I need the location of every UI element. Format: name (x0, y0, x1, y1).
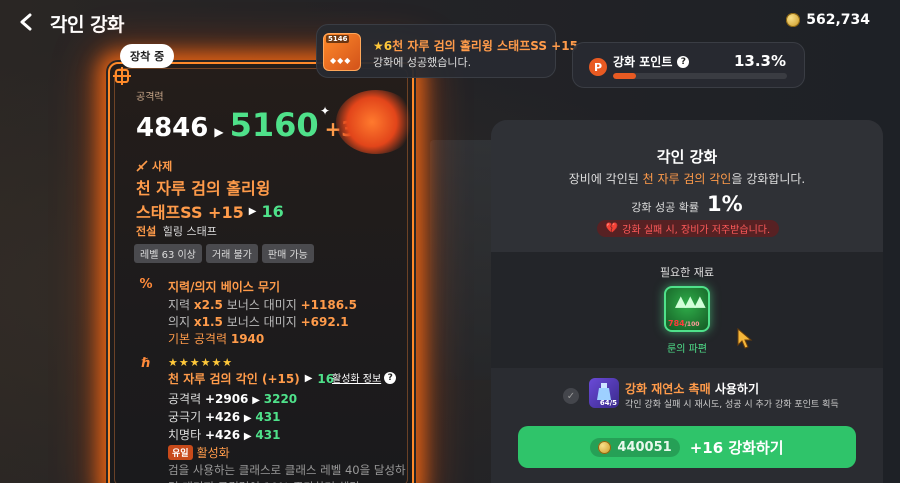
base-title: 지력/의지 베이스 무기 (168, 280, 281, 294)
panel-title: 각인 강화 (656, 148, 718, 166)
success-rate-row: 강화 성공 확률 1% (491, 192, 883, 216)
tag-trade: 거래 불가 (205, 244, 258, 263)
arrow-right-icon: ▶ (252, 395, 260, 406)
toast-message: 강화에 성공했습니다. (373, 56, 472, 69)
attack-old: 4846 (136, 113, 209, 143)
broken-heart-icon: 💔 (605, 223, 619, 234)
points-label: 강화 포인트 ? (613, 53, 690, 70)
unique-row: 유일 활성화 (168, 444, 230, 461)
weapon-art-icon (336, 90, 412, 154)
sparkle-icon: ✦ (320, 104, 331, 118)
attack-new: 5160 (229, 106, 319, 144)
toast-star-grade: ★6 (373, 39, 393, 53)
enhance-button[interactable]: 440051 +16 강화하기 (518, 426, 856, 468)
tag-list: 레벨 63 이상 거래 불가 판매 가능 (134, 244, 314, 263)
item-name: 천 자루 검의 홀리윙 (136, 179, 271, 198)
reuse-catalyst-title[interactable]: 강화 재연소 촉매 사용하기 (625, 380, 759, 397)
staff-item-icon: 5146 ◆◆◆ (323, 33, 361, 71)
success-rate-value: 1% (707, 192, 743, 216)
enhance-panel: 각인 강화 장비에 각인된 천 자루 검의 각인을 강화합니다. 강화 성공 확… (491, 120, 883, 483)
currency-display: 562,734 (786, 12, 870, 28)
tag-sell: 판매 가능 (261, 244, 314, 263)
success-toast: 5146 ◆◆◆ ★6천 자루 검의 홀리윙 스태프SS +15 강화에 성공했… (316, 24, 578, 78)
priest-class-icon (136, 160, 148, 172)
arrow-right-icon: ▶ (243, 431, 252, 442)
item-type: 힐링 스태프 (162, 225, 217, 238)
unique-label: 활성화 (196, 446, 230, 460)
toast-item-name: 천 자루 검의 홀리윙 스태프SS +15 (392, 39, 578, 53)
panel-description: 장비에 각인된 천 자루 검의 각인을 강화합니다. (568, 172, 806, 186)
attack-label: 공격력 (136, 92, 164, 103)
engrave-title: 천 자루 검의 각인 (+15) ▶ 16 (168, 370, 334, 387)
curse-warning: 💔 강화 실패 시, 장비가 저주받습니다. (597, 220, 779, 237)
knot-ornament-icon (113, 67, 131, 85)
base-weapon-icon: % (139, 277, 153, 292)
item-name-suffix: 스태프SS +15 (136, 203, 244, 222)
help-icon: ? (384, 371, 397, 384)
gold-coin-icon (786, 13, 801, 27)
points-progress-fill (613, 73, 637, 79)
grade-label: 전설 (136, 225, 157, 238)
engrave-stat-critical: 치명타 +426 ▶ 431 (168, 428, 281, 442)
panel-header: 각인 강화 장비에 각인된 천 자루 검의 각인을 강화합니다. 강화 성공 확… (491, 120, 883, 252)
item-name-line2: 스태프SS +15 ▶ 16 (136, 199, 284, 223)
toast-title: ★6천 자루 검의 홀리윙 스태프SS +15 (373, 37, 578, 54)
equipped-badge: 장착 중 (120, 44, 175, 68)
tag-level: 레벨 63 이상 (134, 244, 202, 263)
activation-info-link[interactable]: 활성화 정보 ? (332, 370, 397, 385)
page-title: 각인 강화 (50, 14, 125, 36)
engrave-description: 검을 사용하는 클래스로 클래스 레벨 40을 달성하면 대미지 공격력이 10… (168, 463, 406, 483)
points-label-text: 강화 포인트 (613, 55, 673, 69)
mouse-cursor-icon (737, 328, 753, 349)
points-p-icon: P (589, 58, 607, 76)
gem-slots-icon: ◆◆◆ (330, 56, 352, 65)
base-stat-will: 의지 x1.5 보너스 대미지 +692.1 (168, 315, 349, 329)
curse-warning-text: 강화 실패 시, 장비가 저주받습니다. (622, 225, 771, 236)
base-stat-int: 지력 x2.5 보너스 대미지 +1186.5 (168, 298, 357, 312)
rune-shard-icon: ▲▲▲ (675, 292, 706, 310)
points-progress-track (613, 73, 787, 79)
gold-coin-icon (598, 440, 612, 454)
arrow-right-icon: ▶ (214, 125, 224, 139)
activation-info-label: 활성화 정보 (332, 374, 382, 385)
back-arrow-icon (20, 13, 32, 31)
engrave-stat-ultimate: 궁극기 +426 ▶ 431 (168, 410, 281, 424)
enhance-button-label: +16 강화하기 (689, 438, 784, 457)
catalyst-item-icon: 64/5 (589, 378, 619, 408)
points-value: 13.3% (733, 52, 786, 70)
class-row: 사제 (136, 158, 172, 174)
rune-shard-item[interactable]: ▲▲▲ 784/100 (664, 286, 710, 332)
engrave-stat-attack: 공격력 +2906 ▶ 3220 (168, 392, 298, 406)
catalyst-count: 64/5 (599, 399, 617, 407)
material-name: 룬의 파편 (667, 344, 707, 355)
required-materials: 필요한 재료 ▲▲▲ 784/100 룬의 파편 (491, 252, 883, 368)
arrow-right-icon: ▶ (304, 373, 313, 384)
reuse-catalyst-description: 각인 강화 실패 시 재시도, 성공 시 추가 강화 포인트 획득 (625, 400, 839, 410)
material-count: 784/100 (668, 319, 700, 328)
item-card[interactable]: 공격력 4846 ▶ 5160 +300 ✦ 사제 천 자루 검의 홀리윙 스태… (108, 62, 414, 483)
item-level-new: 16 (261, 201, 284, 221)
class-name: 사제 (152, 160, 173, 173)
back-button[interactable] (12, 8, 40, 36)
currency-amount: 562,734 (806, 12, 870, 28)
toast-item-level: 5146 (326, 35, 350, 43)
enhance-cost: 440051 (617, 439, 672, 455)
engrave-title-text: 천 자루 검의 각인 (+15) (168, 372, 300, 386)
grade-row: 전설 힐링 스태프 (136, 223, 217, 239)
arrow-right-icon: ▶ (243, 413, 252, 424)
base-stat-attack: 기본 공격력 1940 (168, 332, 265, 346)
success-rate-label: 강화 성공 확률 (631, 201, 700, 214)
engrave-stars: ★★★★★★ (168, 356, 234, 369)
engrave-icon: ℏ (141, 356, 151, 371)
reuse-catalyst-checkbox[interactable]: ✓ (563, 388, 579, 404)
enhance-points-box: P 강화 포인트 ? 13.3% (572, 42, 805, 88)
required-materials-label: 필요한 재료 (659, 266, 715, 279)
arrow-right-icon: ▶ (248, 205, 257, 217)
cost-pill: 440051 (590, 437, 680, 457)
unique-badge: 유일 (168, 445, 193, 460)
help-icon[interactable]: ? (677, 55, 690, 68)
